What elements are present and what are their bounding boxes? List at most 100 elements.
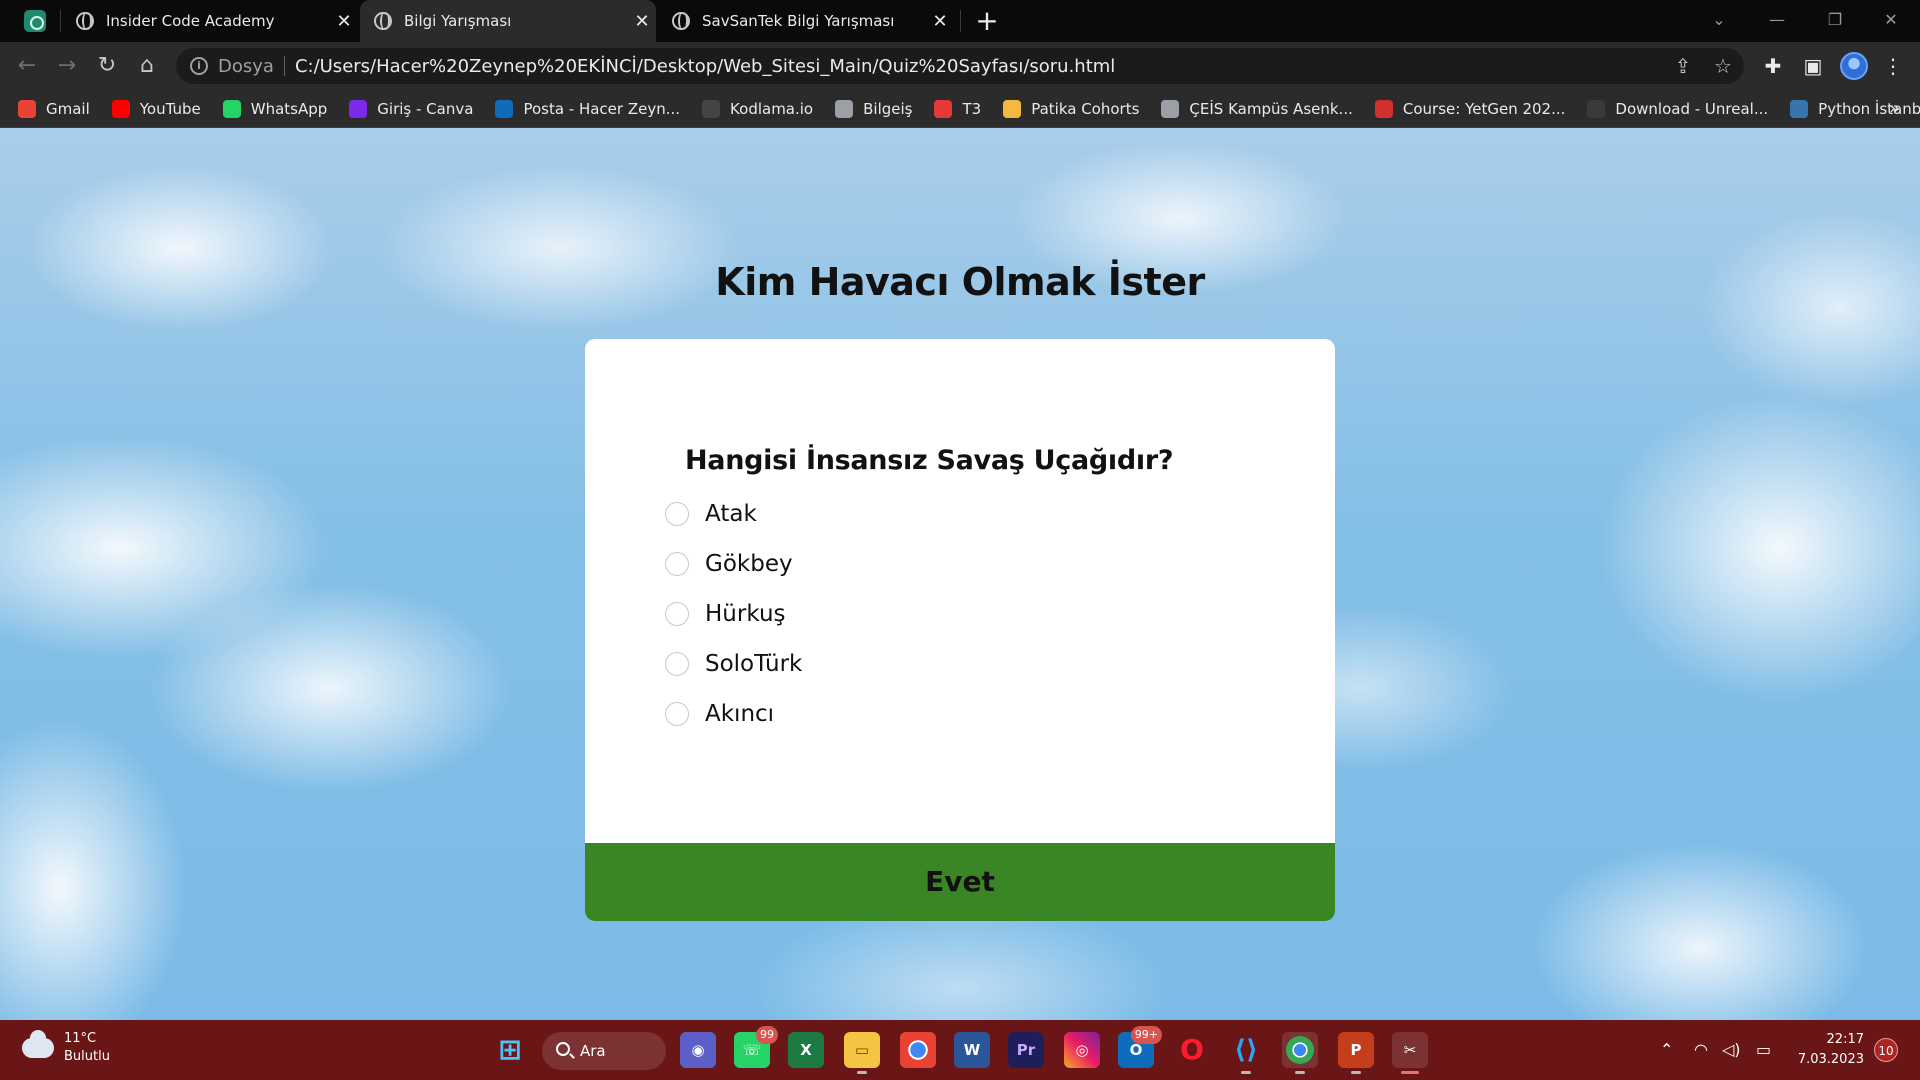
profile-avatar[interactable] [1840, 52, 1868, 80]
bookmark-label: WhatsApp [250, 99, 328, 118]
clock-date: 7.03.2023 [1797, 1052, 1864, 1067]
answer-option[interactable]: Hürkuş [665, 589, 802, 639]
bookmark-favicon-icon [1790, 99, 1809, 118]
bookmark-label: Course: YetGen 202... [1402, 99, 1566, 118]
restore-button[interactable]: ❐ [1806, 0, 1864, 42]
menu-kebab-icon[interactable]: ⋮ [1880, 53, 1906, 79]
minimize-button[interactable]: — [1748, 0, 1806, 42]
close-icon[interactable]: ✕ [628, 11, 656, 32]
snipping-tool-icon[interactable]: ✂ [1392, 1032, 1428, 1074]
bookmarks-overflow-icon[interactable]: » [1889, 98, 1900, 119]
chatgpt-app-icon[interactable] [24, 10, 46, 32]
notification-count[interactable]: 10 [1874, 1038, 1898, 1062]
bookmark-item[interactable]: WhatsApp [222, 99, 328, 118]
vscode-icon[interactable]: ⟨⟩ [1228, 1032, 1264, 1074]
answer-option[interactable]: Akıncı [665, 689, 802, 739]
windows-start-icon[interactable]: ⊞ [492, 1032, 528, 1068]
excel-icon[interactable]: X [788, 1032, 824, 1068]
powerpoint-icon[interactable]: P [1338, 1032, 1374, 1074]
answer-options: Atak Gökbey Hürkuş SoloTürk Akıncı [665, 489, 802, 739]
file-explorer-icon[interactable]: ▭ [844, 1032, 880, 1074]
address-bar[interactable]: i Dosya C:/Users/Hacer%20Zeynep%20EKİNCİ… [176, 48, 1744, 84]
bookmark-item[interactable]: Course: YetGen 202... [1374, 99, 1566, 118]
answer-radio[interactable] [665, 502, 689, 526]
home-button[interactable]: ⌂ [132, 51, 162, 81]
bookmark-item[interactable]: ÇEİS Kampüs Asenk... [1161, 99, 1353, 118]
tab-title: SavSanTek Bilgi Yarışması [702, 12, 895, 30]
premiere-icon[interactable]: Pr [1008, 1032, 1044, 1068]
bookmark-item[interactable]: Giriş - Canva [349, 99, 474, 118]
answer-label: Gökbey [705, 551, 793, 577]
tab-separator [960, 10, 961, 32]
chrome-icon[interactable] [900, 1032, 936, 1068]
opera-icon[interactable]: O [1174, 1032, 1210, 1068]
tab-insider-code-academy[interactable]: Insider Code Academy ✕ [62, 0, 358, 42]
tab-strip: Insider Code Academy ✕ Bilgi Yarışması ✕… [0, 0, 1920, 42]
answer-option[interactable]: Gökbey [665, 539, 802, 589]
whatsapp-icon[interactable]: ☏ 99 [734, 1026, 778, 1068]
answer-radio[interactable] [665, 702, 689, 726]
answer-label: Atak [705, 501, 757, 527]
answer-radio[interactable] [665, 552, 689, 576]
bookmark-item[interactable]: Gmail [18, 99, 90, 118]
close-icon[interactable]: ✕ [926, 11, 954, 32]
bookmark-item[interactable]: Patika Cohorts [1003, 99, 1139, 118]
teams-icon[interactable]: ◉ [680, 1032, 716, 1068]
weather-widget[interactable]: 11°C Bulutlu [22, 1030, 110, 1066]
tray-chevron-up-icon[interactable]: ⌃ [1660, 1040, 1673, 1059]
bookmark-favicon-icon [702, 99, 721, 118]
bookmark-item[interactable]: YouTube [111, 99, 201, 118]
tab-bilgi-yarismasi[interactable]: Bilgi Yarışması ✕ [360, 0, 656, 42]
bookmark-item[interactable]: Posta - Hacer Zeyn... [495, 99, 681, 118]
share-icon[interactable]: ⇪ [1670, 53, 1696, 79]
answer-label: Akıncı [705, 701, 775, 727]
side-panel-icon[interactable]: ▣ [1800, 53, 1826, 79]
running-indicator [1241, 1071, 1251, 1074]
clock[interactable]: 22:17 7.03.2023 [1794, 1030, 1864, 1070]
question-card: Hangisi İnsansız Savaş Uçağıdır? Atak Gök… [585, 339, 1335, 921]
bookmark-star-icon[interactable]: ☆ [1710, 53, 1736, 79]
bookmark-item[interactable]: T3 [934, 99, 981, 118]
wifi-icon[interactable]: ◠ [1694, 1040, 1708, 1059]
instagram-icon[interactable]: ◎ [1064, 1032, 1100, 1068]
globe-icon [76, 12, 94, 30]
back-button[interactable]: ← [12, 51, 42, 81]
new-tab-button[interactable]: + [970, 4, 1004, 38]
answer-label: SoloTürk [705, 651, 803, 677]
answer-label: Hürkuş [705, 601, 786, 627]
running-indicator [857, 1071, 867, 1074]
bookmark-item[interactable]: Bilgeiş [835, 99, 913, 118]
bookmark-item[interactable]: Kodlama.io [702, 99, 813, 118]
taskbar-search[interactable]: Ara [542, 1032, 666, 1070]
extensions-icon[interactable]: ✚ [1760, 53, 1786, 79]
tab-title: Insider Code Academy [106, 12, 275, 30]
globe-icon [672, 12, 690, 30]
info-icon[interactable]: i [190, 57, 208, 75]
outlook-badge: 99+ [1130, 1026, 1162, 1044]
bookmark-label: Gmail [46, 99, 90, 118]
chrome-profile-icon[interactable] [1282, 1032, 1318, 1074]
bookmark-label: Bilgeiş [863, 99, 913, 118]
volume-icon[interactable]: ◁) [1722, 1040, 1741, 1059]
close-icon[interactable]: ✕ [330, 11, 358, 32]
bookmark-item[interactable]: Python İstanbul [1790, 99, 1920, 118]
bookmark-label: YouTube [139, 99, 201, 118]
tab-savsantek[interactable]: SavSanTek Bilgi Yarışması ✕ [658, 0, 954, 42]
forward-button[interactable]: → [52, 51, 82, 81]
outlook-icon[interactable]: O 99+ [1118, 1026, 1162, 1068]
bookmark-item[interactable]: Download - Unreal... [1587, 99, 1768, 118]
bookmark-label: Giriş - Canva [377, 99, 474, 118]
window-close-button[interactable]: ✕ [1862, 0, 1920, 42]
answer-option[interactable]: SoloTürk [665, 639, 802, 689]
answer-radio[interactable] [665, 602, 689, 626]
tab-search-chevron-icon[interactable]: ⌄ [1690, 0, 1748, 42]
word-icon[interactable]: W [954, 1032, 990, 1068]
quiz-page: Kim Havacı Olmak İster Hangisi İnsansız … [0, 128, 1920, 1020]
submit-button[interactable]: Evet [585, 843, 1335, 921]
answer-radio[interactable] [665, 652, 689, 676]
answer-option[interactable]: Atak [665, 489, 802, 539]
battery-icon[interactable]: ▭ [1756, 1040, 1771, 1059]
address-url[interactable]: C:/Users/Hacer%20Zeynep%20EKİNCİ/Desktop… [295, 56, 1115, 77]
reload-button[interactable]: ↻ [92, 51, 122, 81]
bookmark-label: Posta - Hacer Zeyn... [523, 99, 681, 118]
